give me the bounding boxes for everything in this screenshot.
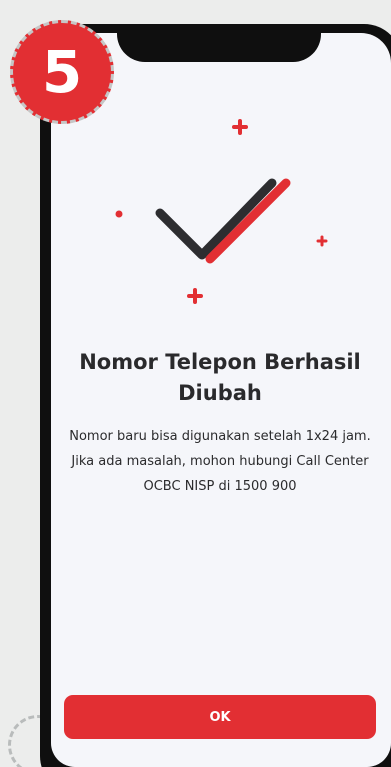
- sparkle-plus-small-icon: [316, 235, 328, 247]
- success-illustration: [115, 119, 328, 304]
- sparkle-dot-icon: [115, 210, 123, 218]
- sparkle-plus-icon: [232, 119, 248, 135]
- tutorial-stage: 5 Nomor Telepon Berhasil Diubah Nomor ba…: [0, 0, 391, 767]
- sparkle-plus-bottom-icon: [187, 288, 203, 304]
- ok-button[interactable]: OK: [64, 695, 376, 739]
- success-message: Nomor baru bisa digunakan setelah 1x24 j…: [69, 429, 371, 494]
- step-number-badge: 5: [10, 20, 114, 124]
- checkmark-icon: [155, 178, 291, 264]
- phone-notch: [117, 24, 321, 62]
- success-title: Nomor Telepon Berhasil Diubah: [79, 350, 361, 405]
